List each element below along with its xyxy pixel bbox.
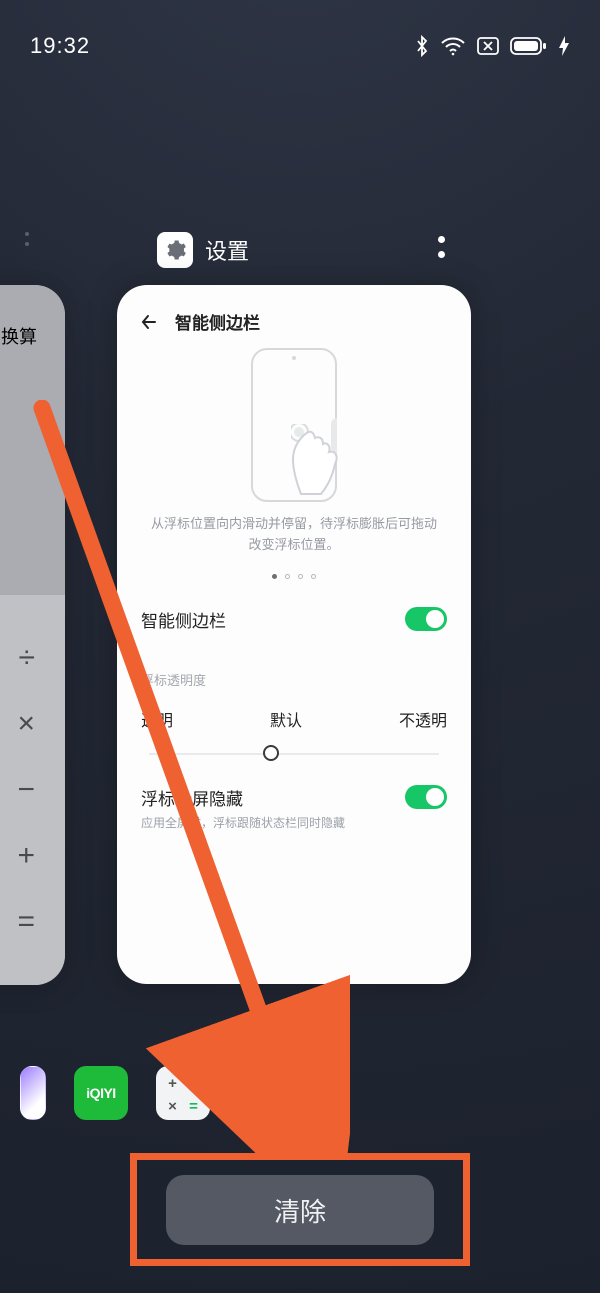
battery-icon bbox=[510, 36, 548, 56]
wifi-icon bbox=[440, 36, 466, 56]
slider-label-opaque: 不透明 bbox=[399, 707, 447, 731]
clear-all-button[interactable]: 清除 bbox=[166, 1175, 434, 1245]
instruction-illustration bbox=[137, 340, 451, 510]
iqiyi-logo-text: iQIYI bbox=[86, 1085, 115, 1101]
status-bar: 19:32 bbox=[0, 33, 600, 59]
back-button[interactable] bbox=[139, 312, 159, 332]
app-card-header-settings[interactable]: 设置 bbox=[157, 232, 249, 268]
settings-app-icon bbox=[157, 232, 193, 268]
opacity-section-label: 浮标透明度 bbox=[137, 646, 451, 693]
op-plus: + bbox=[0, 839, 65, 873]
status-time: 19:32 bbox=[30, 33, 90, 59]
fullscreen-hide-toggle-row: 浮标全屏隐藏 应用全屏时，浮标跟随状态栏同时隐藏 bbox=[137, 757, 451, 845]
app-card-title: 设置 bbox=[205, 234, 249, 266]
op-divide: ÷ bbox=[0, 641, 65, 675]
toggle-label: 智能侧边栏 bbox=[141, 607, 226, 632]
toggle-sublabel: 应用全屏时，浮标跟随状态栏同时隐藏 bbox=[141, 814, 345, 831]
instruction-text: 从浮标位置向内滑动并停留，待浮标膨胀后可拖动改变浮标位置。 bbox=[137, 510, 451, 556]
dots-icon bbox=[25, 232, 29, 246]
op-equals: = bbox=[0, 905, 65, 939]
calc-tab-label: 换算 bbox=[1, 323, 37, 349]
smart-sidebar-toggle-row: 智能侧边栏 bbox=[137, 593, 451, 646]
charging-icon bbox=[558, 35, 570, 57]
fullscreen-hide-toggle[interactable] bbox=[405, 785, 447, 809]
gear-icon bbox=[249, 1077, 281, 1109]
recent-apps-dock: iQIYI +−×= bbox=[0, 1064, 600, 1122]
toggle-label: 浮标全屏隐藏 bbox=[141, 785, 345, 810]
slider-thumb[interactable] bbox=[263, 745, 279, 761]
calculator-keypad: ÷ × − + = bbox=[0, 595, 65, 985]
previous-app-header bbox=[25, 232, 29, 246]
more-options-button[interactable] bbox=[438, 236, 445, 258]
opacity-slider-area: 透明 默认 不透明 bbox=[137, 693, 451, 757]
page-title: 智能侧边栏 bbox=[175, 309, 260, 334]
op-multiply: × bbox=[0, 707, 65, 741]
op-minus: − bbox=[0, 773, 65, 807]
opacity-slider[interactable] bbox=[149, 745, 439, 747]
no-sim-icon bbox=[476, 36, 500, 56]
dock-app-iqiyi[interactable]: iQIYI bbox=[74, 1066, 128, 1120]
phone-outline-icon bbox=[251, 348, 337, 502]
dock-app-calculator[interactable]: +−×= bbox=[156, 1066, 210, 1120]
slider-label-transparent: 透明 bbox=[141, 707, 173, 731]
slider-label-default: 默认 bbox=[270, 707, 302, 731]
hand-icon bbox=[291, 424, 351, 502]
bluetooth-icon bbox=[414, 34, 430, 58]
dock-app-settings[interactable] bbox=[238, 1066, 292, 1120]
app-card-calculator[interactable]: 换算 ÷ × − + = bbox=[0, 285, 65, 985]
page-indicator[interactable] bbox=[137, 574, 451, 579]
clear-button-label: 清除 bbox=[274, 1192, 326, 1229]
settings-page-header: 智能侧边栏 bbox=[137, 305, 451, 340]
dock-app-partial[interactable] bbox=[20, 1066, 46, 1120]
app-card-settings[interactable]: 智能侧边栏 从浮标位置向内滑动并停留，待浮标膨胀后可拖动改变浮标位置。 智能侧边… bbox=[117, 285, 471, 984]
status-icons bbox=[414, 34, 570, 58]
smart-sidebar-toggle[interactable] bbox=[405, 607, 447, 631]
